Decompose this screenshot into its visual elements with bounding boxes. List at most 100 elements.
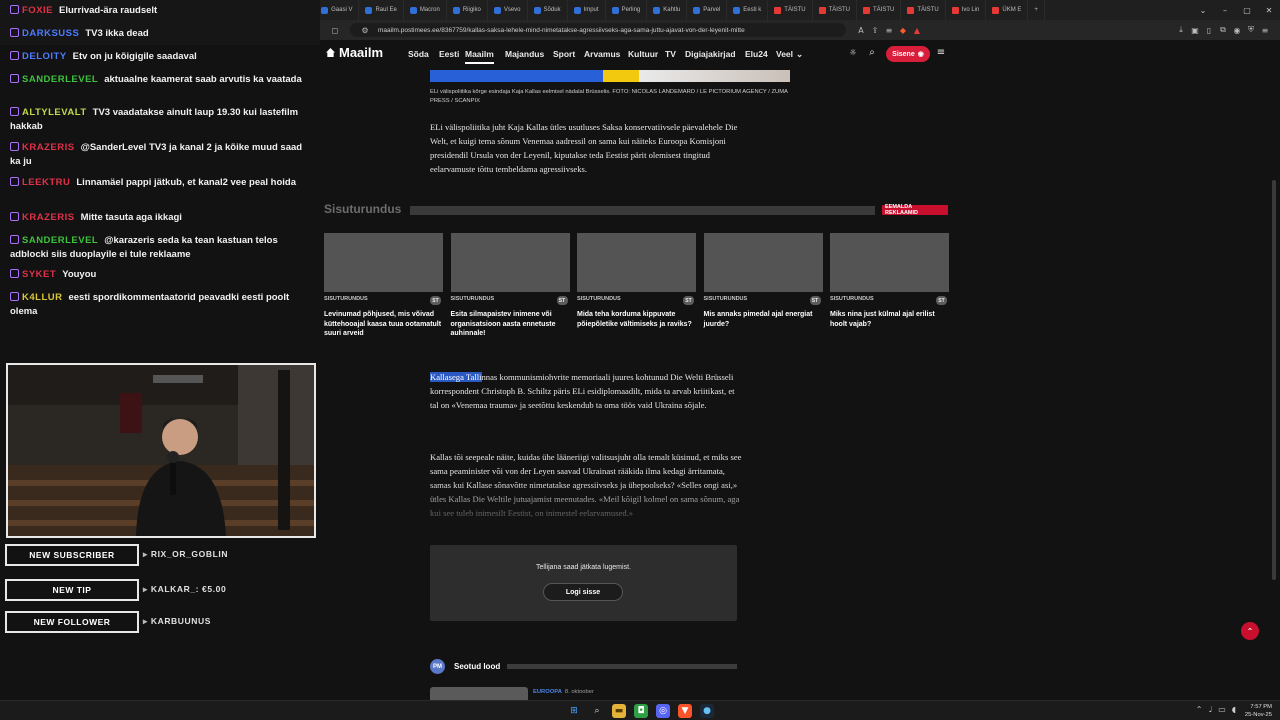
nav-link-veel[interactable]: Veel [776,49,793,59]
clock[interactable]: 7:57 PM 25-Nov-25 [1245,703,1272,719]
brave-browser-icon[interactable]: ▼ [678,704,692,718]
login-button[interactable]: Sisene ◉ [886,46,930,62]
browser-tab[interactable]: ÜKM E [986,0,1029,20]
chat-username: ALTYLEVALT [22,107,87,118]
brave-shield-icon[interactable]: ◆ [896,26,910,35]
nav-link-elu24[interactable]: Elu24 [745,49,768,59]
browser-tab[interactable]: TÄISTU [901,0,946,20]
menu-icon[interactable]: ≡ [1258,26,1272,35]
nav-link-tv[interactable]: TV [665,49,676,59]
browser-tab[interactable]: Vsevo [488,0,528,20]
tab-label: Vsevo [503,7,521,13]
browser-tab[interactable]: Raul Ee [359,0,404,20]
card-meta: SISUTURUNDUS ST [830,296,949,309]
card-thumbnail [450,233,570,292]
tab-favicon [533,6,541,14]
volume-icon[interactable]: ◖ [1232,705,1236,714]
browser-tab[interactable]: Kahtlu [647,0,688,20]
network-icon[interactable]: ▭ [1218,705,1226,714]
browser-tab[interactable]: Eesti k [727,0,769,20]
remove-ads-button[interactable]: EEMALDA REKLAAMID [882,204,948,216]
chat-username: DARKSUSS [22,28,80,39]
nav-link-majandus[interactable]: Majandus [505,49,544,59]
chat-text: Etv on ju kõigigile saadaval [72,51,197,62]
browser-tab[interactable]: Imput [568,0,606,20]
sidebar-icon[interactable]: ▯ [1202,26,1216,35]
nav-link-sport[interactable]: Sport [553,49,575,59]
theme-toggle-icon[interactable]: ☼ [846,48,860,57]
nav-link-digiajakirjad[interactable]: Digiajakirjad [685,49,736,59]
search-icon[interactable]: ⌕ [865,47,879,58]
tab-favicon [951,6,959,14]
new-tab-button[interactable]: + [1028,0,1045,20]
nav-link-maailm[interactable]: Maailm [465,49,494,64]
related-story-thumbnail[interactable] [430,687,528,700]
browser-tab[interactable]: TÄISTU [857,0,902,20]
reader-icon[interactable]: ≡ [882,26,896,35]
site-logo[interactable]: Maailm [326,45,383,60]
tray-chevron-icon[interactable]: ⌃ [1196,705,1203,714]
site-info-icon[interactable]: ⚙ [358,26,372,35]
vpn-icon[interactable]: ◉ [1230,26,1244,35]
browser-tab[interactable]: TÄISTU [813,0,857,20]
file-explorer-icon[interactable]: ▬ [612,704,626,718]
browser-tab[interactable]: Riigiko [447,0,488,20]
login-button-label: Sisene [892,50,915,58]
app-green-icon[interactable]: ◘ [634,704,648,718]
sisuturundus-card[interactable]: SISUTURUNDUS ST Mida teha korduma kippuvat… [577,233,696,329]
nav-link-arvamus[interactable]: Arvamus [584,49,620,59]
chat-text: Youyou [62,269,97,280]
wallet-icon[interactable]: ▣ [1188,26,1202,35]
search-taskbar-icon[interactable]: ⌕ [590,704,604,718]
sisuturundus-card[interactable]: SISUTURUNDUS ST Levinumad põhjused, mis võ… [324,233,443,339]
chevron-down-icon[interactable]: ⌄ [1192,0,1214,20]
extensions-icon[interactable]: ⧉ [1216,25,1230,35]
browser-tab[interactable]: Gaasi V [315,0,360,20]
paywall-login-button[interactable]: Logi sisse [543,583,623,601]
sisuturundus-card[interactable]: SISUTURUNDUS ST Miks nina just külmal ajal… [830,233,949,329]
card-title: Levinumad põhjused, mis võivad küttehooa… [324,311,442,337]
browser-tab[interactable]: Macron [404,0,447,20]
close-icon[interactable]: ✕ [1258,0,1280,20]
browser-tab[interactable]: Parvel [687,0,728,20]
browser-tab[interactable]: TÄISTU [768,0,813,20]
nav-link-kultuur[interactable]: Kultuur [628,49,658,59]
discord-icon[interactable]: ◎ [656,704,670,718]
bookmark-icon[interactable]: ◻ [328,26,342,35]
scroll-to-top-button[interactable]: ⌃ [1241,622,1259,640]
microphone-icon[interactable]: ♩ [1208,705,1212,714]
sisuturundus-card[interactable]: SISUTURUNDUS ST Mis annaks pimedal ajal en… [703,233,823,329]
minimize-icon[interactable]: – [1214,0,1236,20]
browser-tab[interactable]: Ivo Lin [946,0,987,20]
steam-icon[interactable]: ● [700,704,714,718]
card-badge: ST [809,296,821,305]
hamburger-menu-icon[interactable]: ≡ [934,47,948,58]
selected-text[interactable]: Kallasega Talli [430,372,482,382]
twitch-badge-icon [10,292,19,301]
page-scrollbar[interactable] [1272,180,1276,580]
chat-text: Elurrivad-ära raudselt [59,5,158,16]
postimees-logo: PM [430,659,445,674]
rewards-icon[interactable]: ▲ [910,26,924,35]
nav-link-sõda[interactable]: Sõda [408,49,429,59]
tab-favicon [493,6,501,14]
browser-tab[interactable]: Sõduk [528,0,568,20]
tab-favicon [321,6,329,14]
share-icon[interactable]: ⇪ [868,26,882,35]
shield-icon[interactable]: ⛨ [1244,25,1258,35]
nav-link-eesti[interactable]: Eesti [439,49,459,59]
windows-start-icon[interactable]: ⊞ [567,704,581,718]
download-icon[interactable]: ⤓ [1174,25,1188,35]
alert-label: NEW SUBSCRIBER [5,544,139,566]
sisuturundus-card[interactable]: SISUTURUNDUS ST Esita silmapaistev inimene… [450,233,570,339]
tab-favicon [862,6,870,14]
card-meta: SISUTURUNDUS ST [451,296,570,309]
maximize-icon[interactable]: ▢ [1236,0,1258,20]
related-story-category[interactable]: EUROOPA [533,689,562,695]
clock-date: 25-Nov-25 [1244,712,1272,718]
translate-icon[interactable]: A [854,26,868,35]
sisuturundus-header: Sisuturundus EEMALDA REKLAAMID [324,202,948,216]
url-field[interactable]: ⚙ maailm.postimees.ee/8367759/kallas-sak… [350,23,846,37]
tab-favicon [409,6,417,14]
browser-tab[interactable]: Perling [606,0,648,20]
